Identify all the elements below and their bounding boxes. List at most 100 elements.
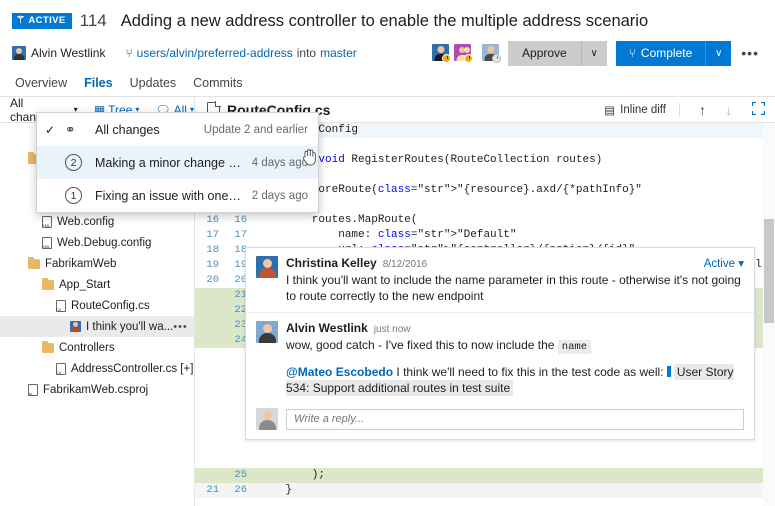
branch-info: ⑂ users/alvin/preferred-address into mas… xyxy=(125,46,356,60)
changes-filter-menu[interactable]: ✓ ⚭ All changes Update 2 and earlier 2 Making… xyxy=(36,112,319,213)
tree-file-row[interactable]: cs FabrikamWeb.csproj xyxy=(0,379,194,400)
tree-file-row[interactable]: C# RouteConfig.cs xyxy=(0,295,194,316)
comment-status-dropdown[interactable]: Active ▾ xyxy=(704,256,744,270)
file-icon: cs xyxy=(28,383,38,396)
status-badge: ⚚ ACTIVE xyxy=(12,13,72,29)
code-text: ass RouteConfig xyxy=(259,124,359,136)
tree-item-label: Web.config xyxy=(57,215,115,228)
tree-folder-row[interactable]: App_Start xyxy=(0,274,194,295)
update-count: 2 xyxy=(65,154,82,171)
reviewer-avatar-3[interactable] xyxy=(482,43,502,63)
line-number-old: 19 xyxy=(206,259,219,271)
tree-file-row[interactable]: XML Web.Debug.config xyxy=(0,232,194,253)
source-branch-link[interactable]: users/alvin/preferred-address xyxy=(137,46,293,60)
reviewer-avatar-1[interactable] xyxy=(432,43,452,63)
folder-icon xyxy=(42,340,54,353)
scrollbar-thumb[interactable] xyxy=(764,219,774,323)
chevron-down-icon: ▾ xyxy=(738,258,744,270)
tree-item-label: Web.Debug.config xyxy=(57,236,152,249)
checkmark-icon: ✓ xyxy=(45,122,56,137)
menu-item-label: Making a minor change to one of t... xyxy=(95,155,244,170)
complete-button[interactable]: ⑂ Complete xyxy=(615,40,706,66)
fullscreen-icon[interactable] xyxy=(745,101,766,118)
tree-row-more-button[interactable]: ••• xyxy=(173,321,194,333)
user-mention[interactable]: @Mateo Escobedo xyxy=(286,365,393,379)
code-line[interactable]: 16 16 routes.MapRoute( xyxy=(195,213,775,228)
comment-item: Alvin Westlink just now wow, good catch … xyxy=(246,312,754,404)
comment-thread: Christina Kelley 8/12/2016 Active ▾ I th… xyxy=(245,247,755,440)
reviewers-list xyxy=(432,43,502,63)
vertical-scrollbar[interactable] xyxy=(763,123,775,506)
update-count: 1 xyxy=(65,187,82,204)
avatar xyxy=(256,321,278,343)
tree-item-label: Controllers xyxy=(59,341,115,354)
file-icon: XML xyxy=(42,236,52,249)
file-icon: C# xyxy=(56,362,66,375)
tab-updates[interactable]: Updates xyxy=(130,76,177,94)
changes-filter-menu-item[interactable]: ✓ ⚭ All changes Update 2 and earlier xyxy=(37,113,318,146)
comment-text: I think you'll want to include the name … xyxy=(286,273,741,303)
waiting-clock-icon xyxy=(492,53,502,63)
pull-request-icon: ⚚ xyxy=(16,15,26,26)
line-number-old xyxy=(195,288,225,303)
inline-diff-toggle[interactable]: ▤ Inline diff xyxy=(604,103,666,117)
line-number-new: 26 xyxy=(234,484,247,496)
target-branch-link[interactable]: master xyxy=(320,46,357,60)
avatar xyxy=(70,321,81,332)
merge-icon: ⑂ xyxy=(628,46,636,60)
next-change-button[interactable]: ↓ xyxy=(719,102,738,118)
line-number-new: 25 xyxy=(234,469,247,481)
line-number-new: 17 xyxy=(234,229,247,241)
tree-file-row[interactable]: XML Web.config xyxy=(0,211,194,232)
tree-file-row[interactable]: C# AddressController.cs [+] xyxy=(0,358,194,379)
line-number-old: 16 xyxy=(206,214,219,226)
branch-icon: ⑂ xyxy=(125,46,133,60)
tree-item-label: FabrikamWeb.csproj xyxy=(43,383,149,396)
code-line[interactable]: 21 26 } xyxy=(195,483,775,498)
update-count-badge: 1 xyxy=(65,187,89,204)
author-name: Alvin Westlink xyxy=(31,46,106,60)
code-text: name: class="str">"Default" xyxy=(259,229,517,241)
menu-item-meta: 2 days ago xyxy=(251,189,308,202)
pending-clock-icon xyxy=(464,53,474,63)
code-line[interactable]: 1717 name: class="str">"Default", xyxy=(195,228,775,243)
comment-text: wow, good catch - I've fixed this to now… xyxy=(286,337,744,355)
changes-filter-menu-item[interactable]: 2 Making a minor change to one of t... 4 d… xyxy=(37,146,318,179)
comment-timestamp: just now xyxy=(373,324,411,335)
tab-overview[interactable]: Overview xyxy=(15,76,67,94)
work-item-bar-icon xyxy=(666,366,671,377)
inline-diff-label: Inline diff xyxy=(620,103,666,116)
reply-input[interactable] xyxy=(286,408,744,430)
comment-item: Christina Kelley 8/12/2016 Active ▾ I th… xyxy=(246,248,754,312)
reviewer-avatar-2[interactable] xyxy=(454,43,474,63)
header-meta-row: Alvin Westlink ⑂ users/alvin/preferred-a… xyxy=(12,39,763,67)
more-actions-button[interactable]: ••• xyxy=(737,45,763,61)
previous-change-button[interactable]: ↑ xyxy=(693,102,712,118)
code-text: ); xyxy=(259,469,326,481)
line-number-old xyxy=(195,303,225,318)
complete-dropdown-caret[interactable]: ∨ xyxy=(705,40,732,66)
menu-item-label: All changes xyxy=(95,122,160,137)
header-title-row: ⚚ ACTIVE 114 Adding a new address contro… xyxy=(12,8,763,34)
folder-icon xyxy=(42,277,54,290)
tab-commits[interactable]: Commits xyxy=(193,76,242,94)
tree-folder-row[interactable]: Controllers xyxy=(0,337,194,358)
comment-status-label: Active xyxy=(703,258,736,270)
pull-request-id: 114 xyxy=(79,11,107,30)
changes-filter-menu-item[interactable]: 1 Fixing an issue with one of the new ...… xyxy=(37,179,318,212)
approve-button[interactable]: Approve xyxy=(508,40,581,66)
into-label: into xyxy=(296,46,317,60)
line-number-old: 17 xyxy=(206,229,219,241)
diff-view-icon: ▤ xyxy=(604,104,616,117)
line-number-old xyxy=(195,318,225,333)
code-line[interactable]: 25 ); xyxy=(195,468,775,483)
tree-comment-row[interactable]: I think you'll wa... ••• xyxy=(0,316,194,337)
line-number-old xyxy=(195,333,225,348)
pull-request-header: ⚚ ACTIVE 114 Adding a new address contro… xyxy=(0,0,775,94)
approve-dropdown-caret[interactable]: ∨ xyxy=(580,40,607,66)
tab-files[interactable]: Files xyxy=(84,76,113,94)
tree-folder-row[interactable]: FabrikamWeb xyxy=(0,253,194,274)
code-text: } xyxy=(259,484,293,496)
pr-tabs: Overview Files Updates Commits xyxy=(12,76,763,94)
